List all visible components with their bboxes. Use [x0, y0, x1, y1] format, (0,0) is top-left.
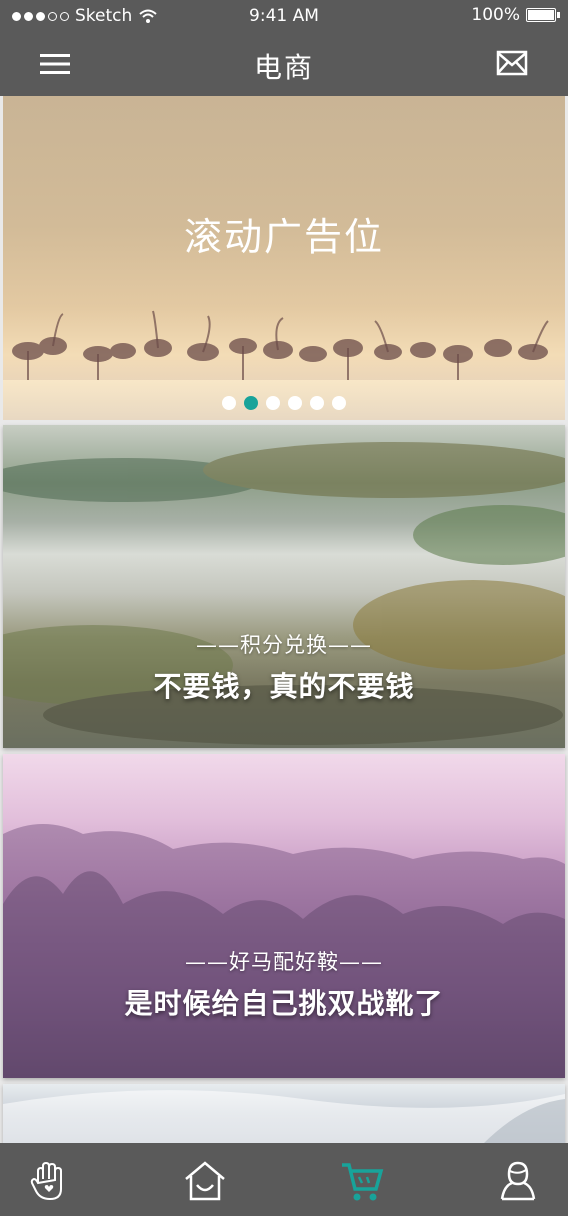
- tab-hand[interactable]: [28, 1159, 72, 1203]
- pager-dot[interactable]: [244, 396, 258, 410]
- carousel-pager[interactable]: [3, 396, 565, 410]
- tab-profile[interactable]: [496, 1159, 540, 1203]
- status-bar: Sketch 9:41 AM 100%: [0, 0, 568, 32]
- points-exchange-card[interactable]: ——积分兑换—— 不要钱，真的不要钱: [3, 425, 565, 748]
- tab-home[interactable]: [183, 1159, 227, 1203]
- tab-cart[interactable]: [340, 1159, 384, 1203]
- mail-icon[interactable]: [496, 50, 528, 76]
- battery-status: 100%: [471, 5, 560, 25]
- card-subtitle: ——积分兑换——: [196, 633, 372, 657]
- pager-dot[interactable]: [310, 396, 324, 410]
- nav-bar: 电商: [0, 32, 568, 96]
- card-headline: 是时候给自己挑双战靴了: [124, 987, 444, 1020]
- boots-promo-card[interactable]: ——好马配好鞍—— 是时候给自己挑双战靴了: [3, 754, 565, 1078]
- profile-icon: [500, 1161, 536, 1201]
- ad-carousel[interactable]: 滚动广告位: [3, 96, 565, 420]
- page-title: 电商: [253, 51, 314, 84]
- flamingo-flock-image: [12, 310, 549, 384]
- home-icon: [185, 1161, 225, 1201]
- pager-dot[interactable]: [266, 396, 280, 410]
- card-headline: 不要钱，真的不要钱: [153, 670, 415, 703]
- cart-icon: [342, 1163, 384, 1201]
- pager-dot[interactable]: [332, 396, 346, 410]
- card-subtitle: ——好马配好鞍——: [185, 950, 383, 974]
- battery-icon: [526, 8, 560, 22]
- pager-dot[interactable]: [288, 396, 302, 410]
- wave-image: [3, 1090, 565, 1144]
- tab-bar: [0, 1143, 568, 1216]
- pager-dot[interactable]: [222, 396, 236, 410]
- carousel-title: 滚动广告位: [183, 215, 384, 259]
- battery-percent: 100%: [471, 5, 520, 25]
- purple-forest-image: [3, 824, 565, 1078]
- hand-icon: [30, 1161, 62, 1201]
- next-promo-card[interactable]: [3, 1084, 565, 1144]
